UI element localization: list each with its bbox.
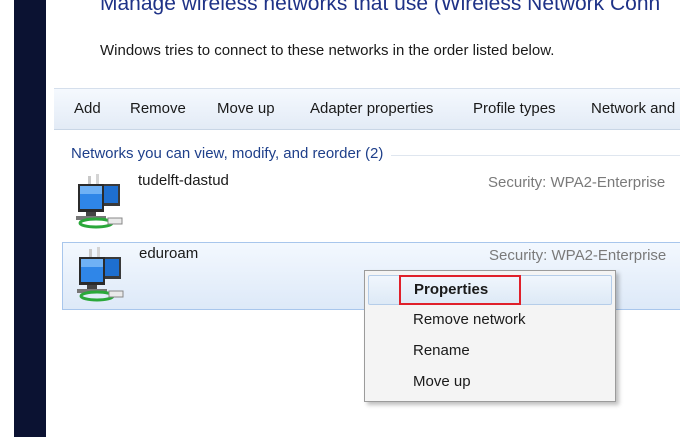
network-security: Security: WPA2-Enterprise [489,247,667,264]
network-context-menu: Properties Remove network Rename Move up [364,270,616,402]
network-name: tudelft-dastud [138,172,229,189]
move-up-button[interactable]: Move up [217,100,275,117]
menu-item-remove-network[interactable]: Remove network [368,306,610,334]
profile-types-button[interactable]: Profile types [473,100,556,117]
menu-item-move-up[interactable]: Move up [368,368,610,396]
network-security: Security: WPA2-Enterprise [488,174,666,191]
wireless-network-icon [76,174,123,229]
desktop-background-strip [14,0,46,437]
remove-button[interactable]: Remove [130,100,186,117]
page-title: Manage wireless networks that use (Wirel… [100,0,661,15]
network-and-sharing-button[interactable]: Network and [591,100,675,117]
menu-item-properties[interactable]: Properties [368,275,612,305]
add-button[interactable]: Add [74,100,101,117]
page-subtitle: Windows tries to connect to these networ… [100,42,555,59]
menu-item-label: Move up [413,373,471,390]
network-group-header: Networks you can view, modify, and reord… [71,145,392,162]
adapter-properties-button[interactable]: Adapter properties [310,100,433,117]
network-item-tudelft-dastud[interactable]: tudelft-dastud Security: WPA2-Enterprise [62,170,680,236]
menu-item-label: Remove network [413,311,526,328]
network-name: eduroam [139,245,199,262]
menu-item-rename[interactable]: Rename [368,337,610,365]
command-toolbar: Add Remove Move up Adapter properties Pr… [54,88,680,130]
menu-item-label: Rename [413,342,470,359]
highlight-annotation-box [399,275,521,305]
wireless-network-icon [77,247,124,302]
